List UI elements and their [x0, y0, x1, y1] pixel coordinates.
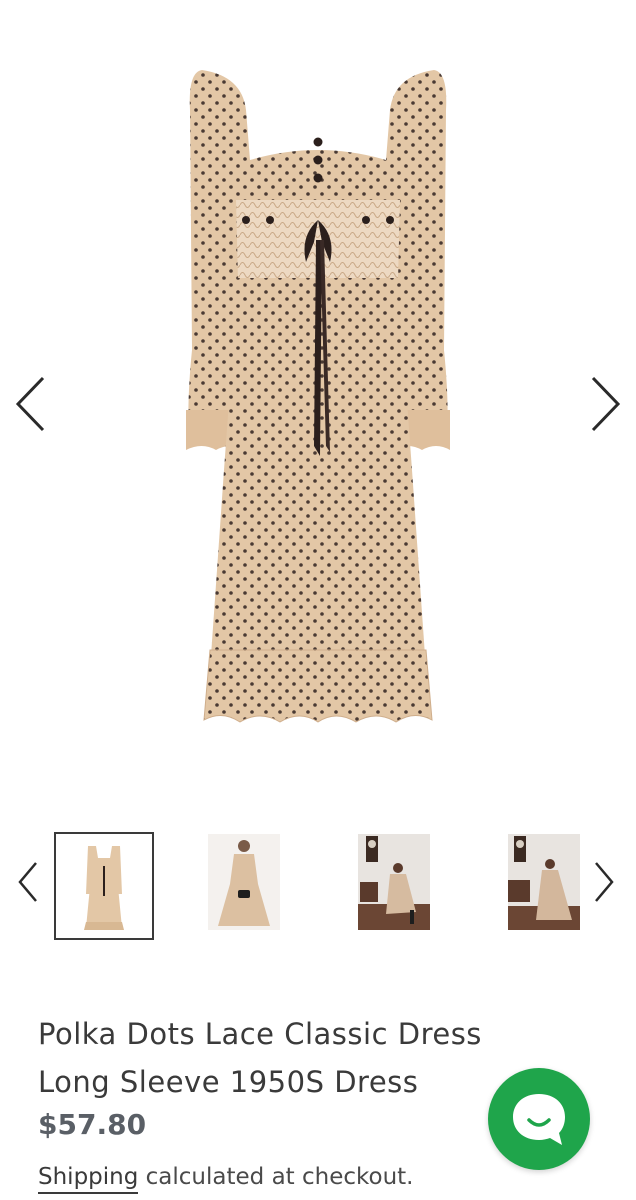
chevron-right-icon — [595, 862, 614, 902]
chevron-left-icon — [18, 862, 37, 902]
shipping-link[interactable]: Shipping — [38, 1164, 139, 1194]
shipping-note-text: calculated at checkout. — [138, 1164, 414, 1190]
thumbnail-prev-button[interactable] — [16, 860, 40, 904]
thumbnail-4[interactable] — [508, 834, 580, 930]
chat-button[interactable] — [488, 1068, 590, 1170]
carousel-next-button[interactable] — [586, 374, 626, 434]
product-image-carousel — [0, 0, 636, 800]
product-title-line2: Long Sleeve 1950S Dress — [38, 1065, 419, 1099]
thumbnail-strip — [0, 828, 636, 943]
thumbnail-2[interactable] — [208, 834, 280, 930]
thumbnail-next-button[interactable] — [592, 860, 616, 904]
product-title: Polka Dots Lace Classic Dress Long Sleev… — [38, 1010, 498, 1106]
chevron-right-icon — [591, 376, 621, 432]
thumbnail-lifestyle-seated-image — [508, 834, 580, 930]
thumbnail-3[interactable] — [358, 834, 430, 930]
thumbnail-1[interactable] — [54, 832, 154, 940]
product-main-image[interactable] — [150, 50, 486, 740]
product-title-line1: Polka Dots Lace Classic Dress — [38, 1017, 482, 1051]
chevron-left-icon — [15, 376, 45, 432]
carousel-prev-button[interactable] — [10, 374, 50, 434]
thumbnail-model-image — [208, 834, 280, 930]
product-price: $57.80 — [38, 1108, 147, 1141]
chat-bubble-icon — [513, 1094, 565, 1145]
thumbnail-dress-front-image — [68, 838, 140, 934]
thumbnail-lifestyle-image — [358, 834, 430, 930]
shipping-note: Shipping calculated at checkout. — [38, 1164, 414, 1194]
